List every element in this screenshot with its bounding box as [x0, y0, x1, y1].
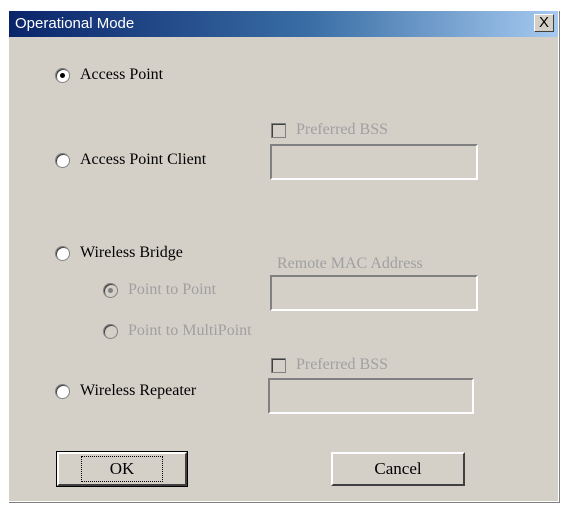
repeater-bss-field[interactable]	[268, 378, 474, 414]
radio-label: Point to MultiPoint	[128, 322, 252, 339]
radio-wireless-bridge[interactable]: Wireless Bridge	[55, 244, 183, 262]
checkbox-icon	[271, 122, 286, 138]
operational-mode-dialog: Operational Mode X Access Point Preferre…	[8, 10, 559, 502]
radio-wireless-repeater[interactable]: Wireless Repeater	[55, 382, 196, 400]
radio-access-point-client[interactable]: Access Point Client	[55, 151, 206, 169]
checkbox-label: Preferred BSS	[296, 121, 388, 138]
checkbox-icon	[271, 357, 286, 373]
radio-button-icon	[55, 67, 70, 83]
radio-label: Point to Point	[128, 281, 217, 298]
radio-label: Access Point	[80, 66, 164, 83]
close-icon: X	[538, 14, 549, 31]
radio-point-to-multipoint[interactable]: Point to MultiPoint	[103, 322, 252, 340]
radio-button-icon	[55, 383, 70, 399]
radio-label: Wireless Bridge	[80, 244, 183, 261]
cancel-button[interactable]: Cancel	[331, 452, 465, 486]
radio-button-icon	[55, 152, 70, 168]
radio-point-to-point[interactable]: Point to Point	[103, 281, 216, 299]
checkbox-label: Preferred BSS	[296, 356, 388, 373]
remote-mac-field[interactable]	[270, 275, 478, 311]
radio-label: Wireless Repeater	[80, 382, 197, 399]
radio-button-icon	[103, 323, 118, 339]
radio-access-point[interactable]: Access Point	[55, 66, 163, 84]
ok-button[interactable]: OK	[56, 451, 188, 487]
radio-button-icon	[55, 245, 70, 261]
radio-button-icon	[103, 282, 118, 298]
radio-label: Access Point Client	[80, 151, 207, 168]
client-preferred-bss-checkbox[interactable]: Preferred BSS	[271, 121, 388, 139]
window-title: Operational Mode	[15, 15, 135, 32]
client-bss-field[interactable]	[270, 144, 478, 180]
close-button[interactable]: X	[534, 14, 554, 32]
ok-label: OK	[80, 456, 164, 482]
repeater-preferred-bss-checkbox[interactable]: Preferred BSS	[271, 356, 388, 374]
cancel-label: Cancel	[374, 459, 422, 478]
remote-mac-label: Remote MAC Address	[277, 255, 423, 272]
title-bar: Operational Mode X	[9, 11, 558, 37]
